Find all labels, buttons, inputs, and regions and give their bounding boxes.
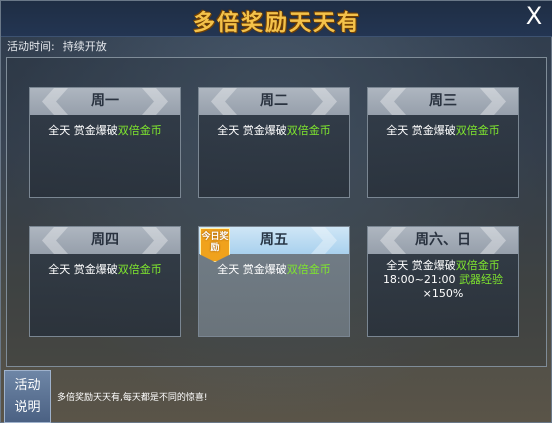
day-card-wednesday: 周三 全天 赏金爆破双倍金币 [367, 87, 519, 198]
chevron-right-icon [480, 88, 506, 115]
day-name: 周二 [260, 93, 288, 109]
reward-text: 全天 赏金爆破 [386, 259, 456, 272]
day-card-body: 全天 赏金爆破双倍金币 [30, 124, 180, 138]
chevron-left-icon [42, 88, 68, 115]
day-card-body: 全天 赏金爆破双倍金币 [30, 263, 180, 277]
day-name: 周三 [429, 93, 457, 109]
day-name: 周四 [91, 232, 119, 248]
day-card-header: 周四 [30, 227, 180, 254]
reward-text: 全天 赏金爆破 [217, 124, 287, 137]
activity-description-text: 多倍奖励天天有,每天都是不同的惊喜! [57, 393, 208, 403]
day-card-tuesday: 周二 全天 赏金爆破双倍金币 [198, 87, 350, 198]
day-card-thursday: 周四 全天 赏金爆破双倍金币 [29, 226, 181, 337]
day-card-header: 周一 [30, 88, 180, 115]
today-reward-badge: 今日奖励 [200, 228, 230, 262]
chevron-right-icon [311, 88, 337, 115]
day-card-body: 全天 赏金爆破双倍金币 [199, 124, 349, 138]
close-icon: X [525, 2, 543, 30]
day-name: 周五 [260, 232, 288, 248]
chevron-left-icon [211, 88, 237, 115]
day-card-monday: 周一 全天 赏金爆破双倍金币 [29, 87, 181, 198]
button-label-line-1: 活动 [14, 378, 41, 393]
day-card-friday: 周五 今日奖励 全天 赏金爆破双倍金币 [198, 226, 350, 337]
activity-time-value: 持续开放 [62, 40, 107, 53]
reward-highlight: 双倍金币 [455, 124, 500, 137]
reward-text: 全天 赏金爆破 [217, 263, 287, 276]
day-card-weekend: 周六、日 全天 赏金爆破双倍金币 18:00~21:00 武器经验 ×150% [367, 226, 519, 337]
reward-highlight: 双倍金币 [117, 263, 162, 276]
chevron-left-icon [380, 227, 406, 254]
day-card-body: 全天 赏金爆破双倍金币 [199, 263, 349, 277]
reward-highlight: 武器经验 [459, 273, 504, 286]
reward-line-2: 18:00~21:00 武器经验 [368, 273, 518, 287]
day-card-body: 全天 赏金爆破双倍金币 18:00~21:00 武器经验 ×150% [368, 259, 518, 301]
chevron-right-icon [142, 88, 168, 115]
button-label-line-2: 说明 [14, 400, 41, 415]
day-name: 周一 [91, 93, 119, 109]
reward-highlight: 双倍金币 [117, 124, 162, 137]
reward-text: 全天 赏金爆破 [48, 263, 118, 276]
close-button[interactable]: X [523, 3, 545, 29]
reward-highlight: 双倍金币 [286, 124, 331, 137]
reward-line-1: 全天 赏金爆破双倍金币 [368, 259, 518, 273]
chevron-right-icon [311, 227, 337, 254]
schedule-panel: 周一 全天 赏金爆破双倍金币 周二 全天 赏金爆破双倍金币 周三 全天 赏金爆破… [6, 57, 547, 367]
reward-multiplier: ×150% [422, 287, 464, 300]
reward-time: 18:00~21:00 [382, 273, 456, 286]
reward-highlight: 双倍金币 [286, 263, 331, 276]
window-title: 多倍奖励天天有 [192, 11, 361, 36]
chevron-right-icon [142, 227, 168, 254]
reward-text: 全天 赏金爆破 [386, 124, 456, 137]
activity-description-button[interactable]: 活动 说明 [4, 370, 51, 423]
reward-highlight: 双倍金币 [455, 259, 500, 272]
reward-text: 全天 赏金爆破 [48, 124, 118, 137]
title-bar: 多倍奖励天天有 X [1, 1, 552, 37]
day-name: 周六、日 [415, 232, 471, 248]
chevron-left-icon [380, 88, 406, 115]
chevron-left-icon [42, 227, 68, 254]
day-card-header: 周六、日 [368, 227, 518, 254]
day-card-header: 周三 [368, 88, 518, 115]
reward-window: 多倍奖励天天有 X 活动时间: 持续开放 周一 全天 赏金爆破双倍金币 周二 全… [0, 0, 552, 423]
day-card-body: 全天 赏金爆破双倍金币 [368, 124, 518, 138]
chevron-right-icon [480, 227, 506, 254]
day-card-header: 周二 [199, 88, 349, 115]
activity-time-label: 活动时间: [7, 40, 55, 53]
activity-time: 活动时间: 持续开放 [7, 38, 115, 54]
